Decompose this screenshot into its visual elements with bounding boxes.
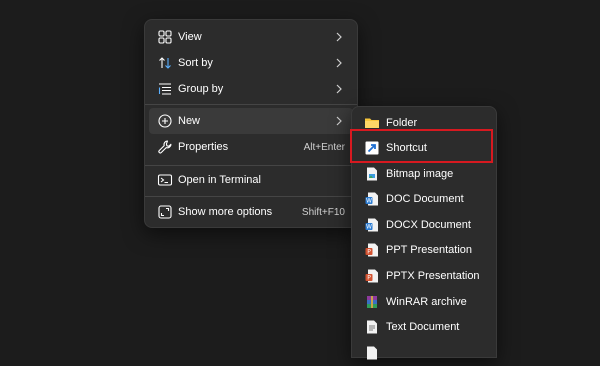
svg-text:W: W (366, 198, 372, 205)
menu-item-open-in-terminal[interactable]: Open in Terminal (149, 167, 353, 193)
keyboard-shortcut: Shift+F10 (301, 207, 345, 218)
svg-text:P: P (367, 249, 371, 256)
menu-item-sort-by[interactable]: Sort by (149, 50, 353, 76)
submenu-item-label: Shortcut (386, 142, 427, 154)
submenu-item-text-document[interactable]: Text Document (356, 314, 492, 340)
ppt-file-icon: P (365, 243, 378, 257)
svg-text:P: P (367, 275, 371, 282)
submenu-item-shortcut[interactable]: Shortcut (356, 135, 492, 161)
submenu-item-bitmap-image[interactable]: Bitmap image (356, 161, 492, 187)
bitmap-file-icon (367, 167, 377, 181)
grid-view-icon (158, 30, 172, 44)
expand-icon (158, 205, 172, 219)
menu-item-view[interactable]: View (149, 24, 353, 50)
submenu-item-label: Folder (386, 117, 418, 129)
file-icon (367, 346, 377, 360)
svg-text:W: W (366, 224, 372, 231)
wrench-icon (158, 140, 172, 154)
chevron-right-icon (336, 58, 342, 68)
menu-item-properties[interactable]: Properties Alt+Enter (149, 134, 353, 160)
text-file-icon (367, 320, 377, 334)
desktop-context-menu: View Sort by Group by New Properties Alt… (144, 19, 358, 228)
menu-item-label: Sort by (178, 57, 213, 69)
pptx-file-icon: P (365, 269, 378, 283)
keyboard-shortcut: Alt+Enter (303, 142, 345, 153)
terminal-icon (157, 174, 173, 186)
menu-item-label: View (178, 31, 202, 43)
folder-icon (365, 118, 379, 128)
plus-circle-icon (158, 114, 172, 128)
menu-item-label: Properties (178, 141, 229, 153)
menu-separator (145, 104, 357, 105)
shortcut-arrow-icon (365, 141, 379, 155)
submenu-item-label: PPTX Presentation (386, 270, 480, 282)
submenu-item-label: Bitmap image (386, 168, 454, 180)
submenu-item-label: DOC Document (386, 193, 464, 205)
submenu-item-docx-document[interactable]: W DOCX Document (356, 212, 492, 238)
menu-separator (145, 165, 357, 166)
menu-item-label: Group by (178, 83, 224, 95)
winrar-archive-icon (367, 296, 377, 308)
docx-file-icon: W (365, 218, 378, 232)
submenu-item-folder[interactable]: Folder (356, 110, 492, 136)
submenu-item-pptx-presentation[interactable]: P PPTX Presentation (356, 263, 492, 289)
submenu-item-partial[interactable] (356, 340, 492, 366)
group-list-icon (158, 83, 171, 95)
menu-separator (145, 196, 357, 197)
new-submenu: Folder Shortcut Bitmap image W DOC Docum… (351, 106, 497, 360)
sort-arrows-icon (159, 57, 171, 69)
submenu-item-label: PPT Presentation (386, 244, 473, 256)
menu-item-new[interactable]: New (149, 108, 353, 134)
menu-item-label: Show more options (178, 206, 273, 218)
doc-file-icon: W (365, 192, 378, 206)
chevron-right-icon (336, 116, 342, 126)
menu-item-show-more-options[interactable]: Show more options Shift+F10 (149, 199, 353, 225)
chevron-right-icon (336, 32, 342, 42)
chevron-right-icon (336, 84, 342, 94)
submenu-item-winrar-archive[interactable]: WinRAR archive (356, 289, 492, 315)
menu-item-group-by[interactable]: Group by (149, 76, 353, 102)
menu-item-label: Open in Terminal (178, 174, 261, 186)
submenu-item-label: WinRAR archive (386, 296, 467, 308)
menu-item-label: New (178, 115, 201, 127)
submenu-item-ppt-presentation[interactable]: P PPT Presentation (356, 237, 492, 263)
submenu-item-label: DOCX Document (386, 219, 471, 231)
submenu-item-label: Text Document (386, 321, 460, 333)
submenu-item-doc-document[interactable]: W DOC Document (356, 186, 492, 212)
